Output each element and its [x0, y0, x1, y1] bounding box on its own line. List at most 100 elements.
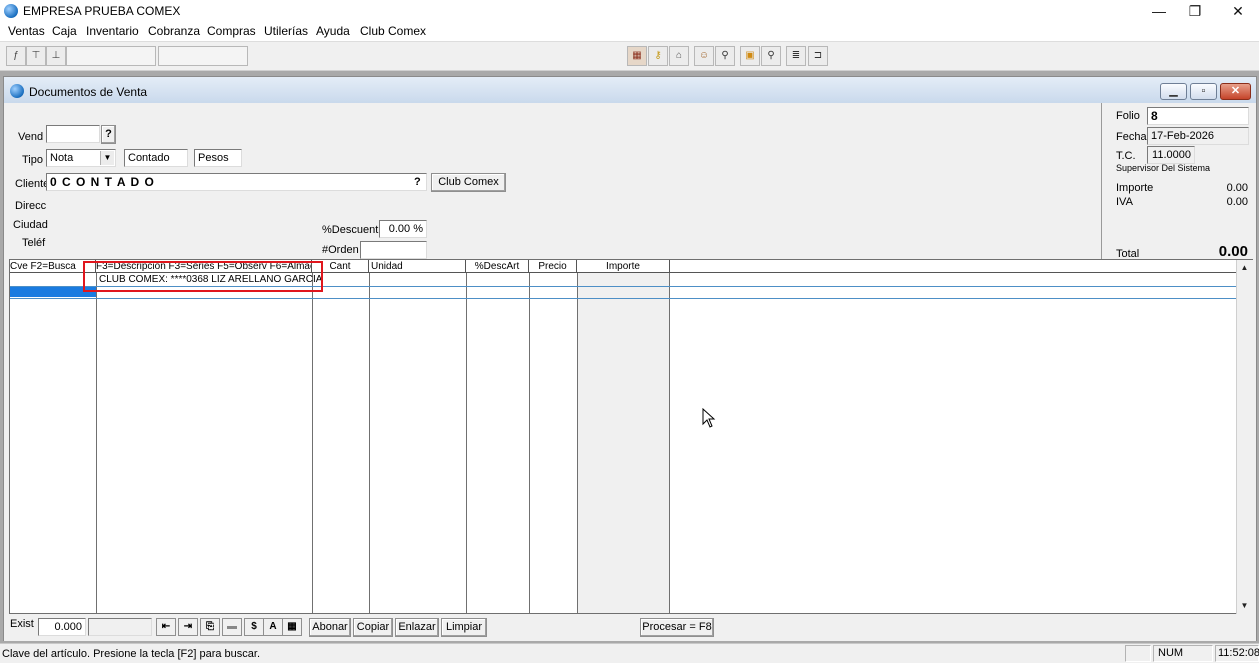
menu-compras[interactable]: Compras — [207, 24, 256, 38]
highlight-annotation — [83, 261, 323, 292]
menu-cobranza[interactable]: Cobranza — [148, 24, 200, 38]
cliente-label: Cliente — [15, 178, 50, 190]
fecha-value: 17-Feb-2026 — [1147, 127, 1249, 145]
folio-value: 8 — [1147, 107, 1249, 125]
folder-icon[interactable]: ▬ — [222, 618, 242, 636]
scroll-down-icon[interactable]: ▼ — [1237, 599, 1252, 613]
app-title: EMPRESA PRUEBA COMEX — [23, 4, 181, 18]
grid-column-divider — [369, 273, 370, 613]
grid-column-divider — [577, 273, 578, 613]
folio-label: Folio — [1116, 110, 1140, 122]
tipo-select-value: Nota — [50, 152, 74, 164]
limpiar-button[interactable]: Limpiar — [441, 618, 487, 637]
telef-label: Teléf — [22, 237, 46, 249]
app-logo-icon — [4, 4, 18, 18]
dollar-button[interactable]: $ — [244, 618, 264, 636]
vend-help-button[interactable]: ? — [101, 125, 116, 144]
doc-close-icon[interactable]: ✕ — [1220, 83, 1251, 100]
status-time: 11:52:08 — [1215, 645, 1259, 662]
num-lock-indicator: NUM — [1153, 645, 1213, 662]
mouse-pointer-icon — [702, 408, 716, 428]
app-titlebar — [0, 0, 1259, 22]
exist-label: Exist — [10, 618, 34, 630]
function-icon[interactable]: ƒ — [6, 46, 26, 66]
procesar-button[interactable]: Procesar = F8 — [640, 618, 714, 637]
importe-column-shade — [577, 273, 669, 613]
menu-ayuda[interactable]: Ayuda — [316, 24, 350, 38]
toolbar-field-1[interactable] — [66, 46, 156, 66]
a-button[interactable]: A — [263, 618, 283, 636]
orden-input[interactable] — [360, 241, 427, 259]
status-message: Clave del artículo. Presione la tecla [F… — [2, 648, 261, 660]
supervisor-label: Supervisor Del Sistema — [1116, 163, 1211, 173]
exist-extra-field — [88, 618, 152, 636]
document-window-title: Documentos de Venta — [29, 85, 148, 99]
doc-minimize-icon[interactable]: ▁ — [1160, 83, 1187, 100]
filter-icon[interactable]: ⊥ — [46, 46, 66, 66]
club-comex-button[interactable]: Club Comex — [431, 173, 506, 192]
indent-left-icon[interactable]: ⇤ — [156, 618, 176, 636]
grid-scrollbar[interactable] — [1236, 260, 1253, 614]
vend-input[interactable] — [46, 125, 100, 143]
grid-column-divider — [96, 273, 97, 613]
enlazar-button[interactable]: Enlazar — [395, 618, 439, 637]
menu-club-comex[interactable]: Club Comex — [360, 24, 426, 38]
calculator-icon[interactable]: ▦ — [282, 618, 302, 636]
iva-label: IVA — [1116, 196, 1133, 208]
header-precio[interactable]: Precio — [529, 260, 577, 273]
moneda-field[interactable]: Pesos — [194, 149, 242, 167]
grid-column-divider — [669, 273, 670, 613]
documentos-titlebar — [4, 77, 1256, 103]
toolbar-field-2[interactable] — [158, 46, 248, 66]
vend-label: Vend — [18, 131, 44, 143]
copy-doc-icon[interactable]: ⎘ — [200, 618, 220, 636]
maximize-icon[interactable]: ❐ — [1172, 0, 1218, 22]
house-icon[interactable]: ⌂ — [669, 46, 689, 66]
grid-column-divider — [312, 273, 313, 613]
menu-ventas[interactable]: Ventas — [8, 24, 45, 38]
copiar-button[interactable]: Copiar — [353, 618, 393, 637]
menu-utilerias[interactable]: Utilerías — [264, 24, 308, 38]
doc-restore-icon[interactable]: ▫ — [1190, 83, 1217, 100]
cliente-input[interactable]: 0 C O N T A D O — [46, 173, 427, 191]
menu-caja[interactable]: Caja — [52, 24, 77, 38]
exist-value: 0.000 — [38, 618, 86, 636]
orden-label: #Orden — [322, 244, 359, 256]
user-icon[interactable]: ☺ — [694, 46, 714, 66]
search-icon[interactable]: ⚲ — [715, 46, 735, 66]
menu-inventario[interactable]: Inventario — [86, 24, 139, 38]
boxes-icon[interactable]: ▣ — [740, 46, 760, 66]
indent-right-icon[interactable]: ⇥ — [178, 618, 198, 636]
tree-icon[interactable]: ⊤ — [26, 46, 46, 66]
list-icon[interactable]: ≣ — [786, 46, 806, 66]
direcc-label: Direcc — [15, 200, 47, 212]
tipo-select[interactable]: Nota ▼ — [46, 149, 116, 167]
iva-value: 0.00 — [1226, 196, 1248, 208]
descuento-label: %Descuent — [322, 224, 379, 236]
forma-pago-field[interactable]: Contado — [124, 149, 188, 167]
importe-value: 0.00 — [1226, 182, 1248, 194]
tc-value: 11.0000 — [1147, 146, 1195, 164]
close-icon[interactable]: ✕ — [1215, 0, 1259, 22]
tc-label: T.C. — [1116, 150, 1136, 162]
tipo-label: Tipo — [22, 154, 43, 166]
grid-column-divider — [466, 273, 467, 613]
header-unidad[interactable]: Unidad — [369, 260, 466, 273]
ciudad-label: Ciudad — [13, 219, 48, 231]
total-value: 0.00 — [1218, 243, 1248, 260]
status-panel-blank — [1125, 645, 1151, 662]
grid-row-separator — [10, 298, 1236, 299]
cash-register-icon[interactable]: ▦ — [627, 46, 647, 66]
grid-column-divider — [529, 273, 530, 613]
abonar-button[interactable]: Abonar — [309, 618, 351, 637]
exit-door-icon[interactable]: ⊐ — [808, 46, 828, 66]
header-importe[interactable]: Importe — [577, 260, 670, 273]
descuento-input[interactable]: 0.00 % — [379, 220, 427, 238]
key-icon[interactable]: ⚷ — [648, 46, 668, 66]
cliente-help-button[interactable]: ? — [414, 176, 421, 188]
scroll-up-icon[interactable]: ▲ — [1237, 261, 1252, 275]
magnifier-icon[interactable]: ⚲ — [761, 46, 781, 66]
fecha-label: Fecha — [1116, 131, 1147, 143]
header-descart[interactable]: %DescArt — [466, 260, 529, 273]
chevron-down-icon[interactable]: ▼ — [100, 151, 114, 165]
